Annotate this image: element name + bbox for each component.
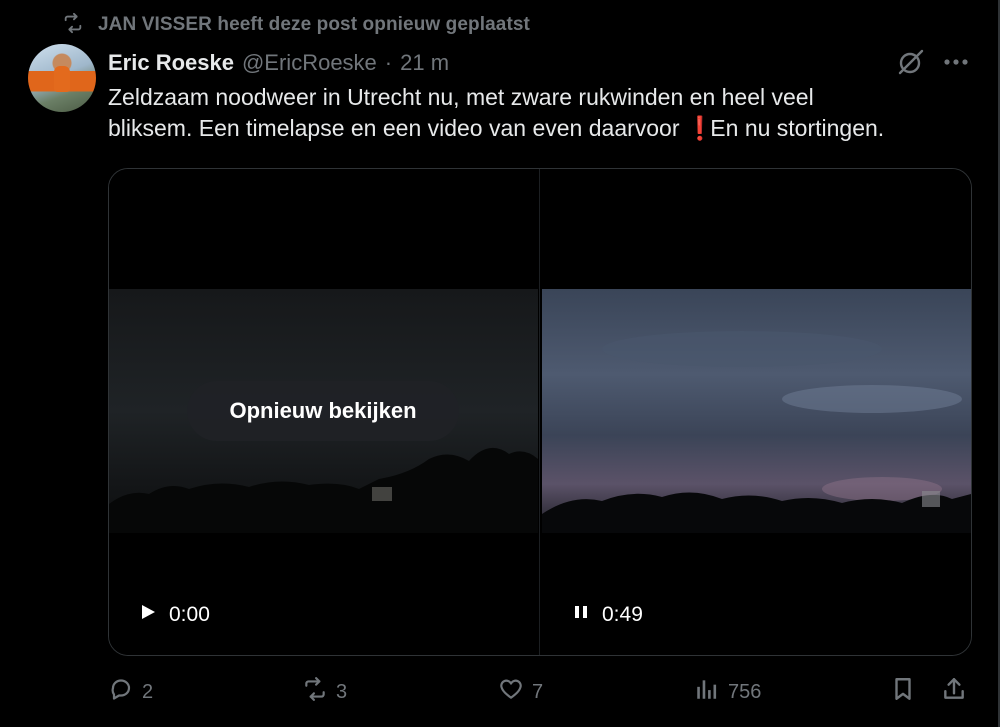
like-button[interactable]: 7 — [498, 676, 543, 708]
post-text-line2-a: bliksem. Een timelapse en een video van … — [108, 115, 680, 141]
more-options-icon[interactable] — [940, 46, 972, 78]
share-button[interactable] — [941, 676, 967, 708]
post-text-line2-b: En nu stortingen. — [703, 115, 885, 141]
author-name[interactable]: Eric Roeske — [108, 50, 234, 76]
separator: · — [384, 50, 393, 75]
video-left[interactable]: Opnieuw bekijken 0:00 — [109, 169, 538, 655]
replay-button[interactable]: Opnieuw bekijken — [187, 381, 459, 441]
view-count: 756 — [728, 680, 762, 703]
post-text-line2: bliksem. Een timelapse en een video van … — [108, 113, 983, 144]
author-handle[interactable]: @EricRoeske — [242, 50, 377, 76]
avatar[interactable] — [28, 44, 96, 112]
action-bar: 2 3 7 756 — [108, 676, 970, 708]
reply-count: 2 — [142, 680, 154, 703]
pause-icon[interactable] — [572, 603, 590, 627]
views-icon — [694, 676, 720, 708]
post-time[interactable]: 21 m — [400, 50, 449, 76]
grok-icon[interactable] — [894, 46, 926, 78]
repost-banner-text[interactable]: JAN VISSER heeft deze post opnieuw gepla… — [98, 14, 530, 36]
video-right-controls: 0:49 — [572, 600, 643, 630]
reply-button[interactable]: 2 — [108, 676, 153, 708]
heart-icon — [498, 676, 524, 708]
repost-banner[interactable]: JAN VISSER heeft deze post opnieuw gepla… — [62, 10, 530, 40]
post-text-line1: Zeldzaam noodweer in Utrecht nu, met zwa… — [108, 84, 814, 110]
repost-button[interactable]: 3 — [302, 676, 347, 708]
post-text: Zeldzaam noodweer in Utrecht nu, met zwa… — [108, 82, 983, 144]
repost-icon — [62, 12, 84, 39]
like-count: 7 — [532, 680, 544, 703]
media-grid: Opnieuw bekijken 0:00 0:49 — [108, 168, 972, 656]
video-right-frame — [542, 289, 971, 533]
post-header: Eric Roeske @EricRoeske · 21 m — [108, 48, 449, 78]
views-button[interactable]: 756 — [694, 676, 761, 708]
video-left-controls: 0:00 — [139, 600, 210, 630]
avatar-figure — [54, 66, 70, 92]
video-left-time: 0:00 — [169, 603, 210, 626]
play-icon[interactable] — [139, 603, 157, 627]
repost-count: 3 — [336, 680, 348, 703]
bookmark-button[interactable] — [890, 676, 916, 708]
repost-action-icon — [302, 676, 328, 708]
exclamation-emoji: ❗ — [685, 115, 715, 141]
reply-icon — [108, 676, 134, 708]
video-right[interactable]: 0:49 — [542, 169, 971, 655]
bookmark-icon — [890, 676, 916, 708]
media-divider-line — [539, 169, 540, 655]
share-icon — [941, 676, 967, 708]
video-right-time: 0:49 — [602, 603, 643, 626]
